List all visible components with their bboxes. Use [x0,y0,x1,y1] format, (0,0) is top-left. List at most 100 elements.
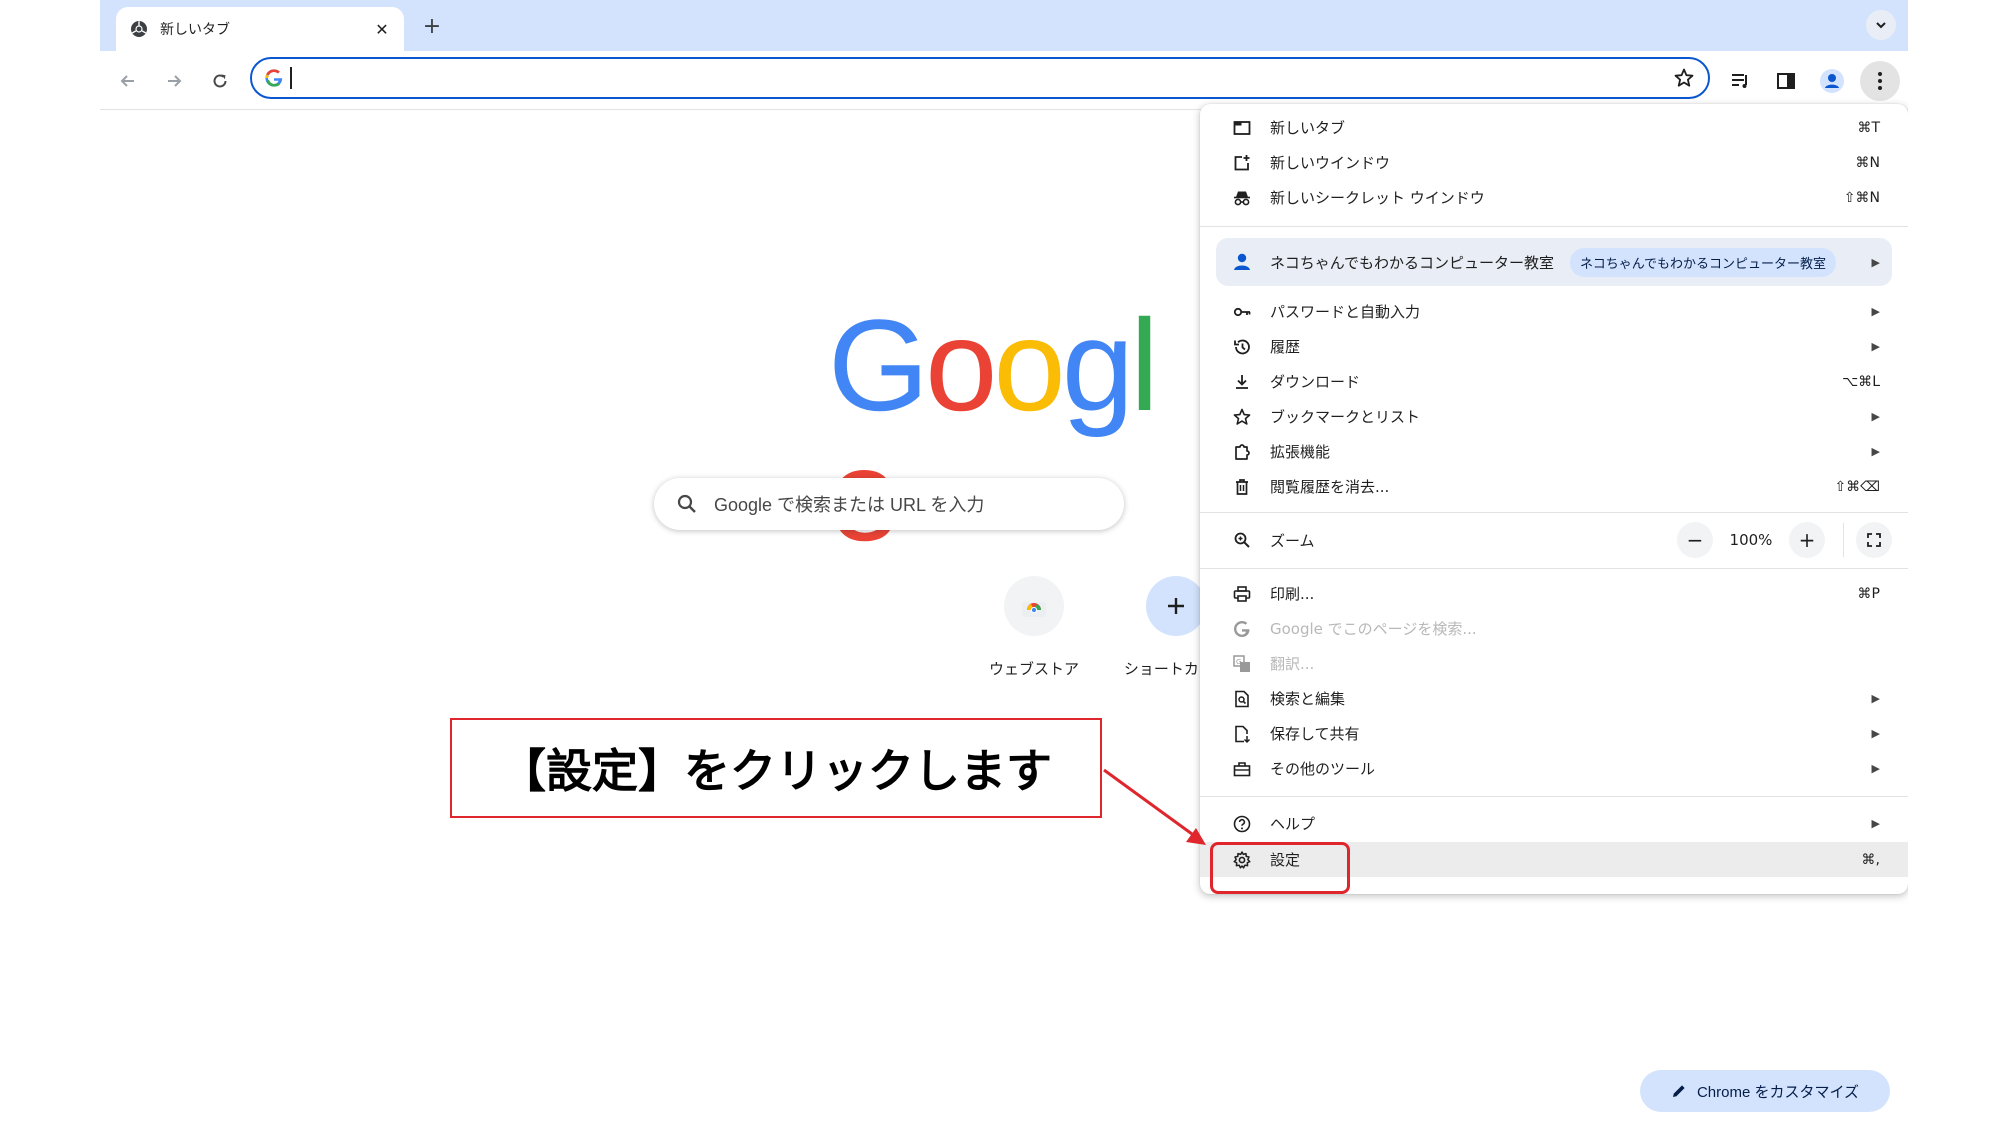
zoom-in-button[interactable]: + [1789,522,1825,558]
chevron-right-icon: ▶ [1871,727,1880,740]
chevron-right-icon: ▶ [1871,305,1880,318]
menu-item-label: 翻訳... [1270,655,1315,673]
menu-divider [1200,226,1908,227]
new-tab-button[interactable]: + [416,10,448,42]
menu-shortcut: ⌘T [1857,119,1880,136]
menu-item-more-tools[interactable]: その他のツール ▶ [1200,751,1908,786]
forward-button[interactable] [158,65,190,97]
omnibox[interactable] [250,57,1710,99]
menu-item-label: パスワードと自動入力 [1270,303,1421,321]
instruction-callout: 【設定】をクリックします [450,718,1102,818]
menu-item-downloads[interactable]: ダウンロード ⌥⌘L [1200,364,1908,399]
menu-shortcut: ⌘, [1861,851,1880,868]
logo-letter: l [1130,292,1159,438]
back-button[interactable] [112,65,144,97]
incognito-icon [1230,186,1254,210]
menu-item-label: 履歴 [1270,338,1301,356]
google-g-icon [1230,617,1254,641]
zoom-icon [1230,528,1254,552]
zoom-divider [1843,523,1844,557]
menu-item-clear-data[interactable]: 閲覧履歴を消去... ⇧⌘⌫ [1200,469,1908,504]
address-input[interactable] [302,68,1670,88]
profile-chip: ネコちゃんでもわかるコンピューター教室 [1569,247,1837,277]
chevron-right-icon: ▶ [1871,340,1880,353]
google-search-box[interactable]: Google で検索または URL を入力 [654,478,1124,530]
tab-new-tab[interactable]: 新しいタブ ✕ [116,7,404,51]
reload-button[interactable] [204,65,236,97]
fullscreen-icon [1867,533,1881,547]
settings-highlight-box [1210,842,1350,894]
download-icon [1230,370,1254,394]
menu-item-history[interactable]: 履歴 ▶ [1200,329,1908,364]
webstore-tile[interactable] [1004,576,1064,636]
text-caret [290,67,292,89]
menu-shortcut: ⌘N [1855,154,1880,171]
trash-icon [1230,475,1254,499]
search-icon [676,493,698,515]
menu-item-extensions[interactable]: 拡張機能 ▶ [1200,434,1908,469]
search-placeholder: Google で検索または URL を入力 [714,495,985,515]
menu-item-label: 閲覧履歴を消去... [1270,478,1390,496]
find-icon [1230,687,1254,711]
reading-list-icon [1732,74,1747,88]
printer-icon [1230,582,1254,606]
menu-item-help[interactable]: ヘルプ ▶ [1200,806,1908,841]
menu-item-passwords[interactable]: パスワードと自動入力 ▶ [1200,294,1908,329]
fullscreen-button[interactable] [1856,522,1892,558]
menu-item-label: 新しいタブ [1270,119,1346,137]
key-icon [1230,300,1254,324]
reading-list-button[interactable] [1724,65,1756,97]
person-icon [1820,69,1844,93]
browser-window: 新しいタブ ✕ + Googl Google で検索または URL を入力 ウェ… [100,0,1908,1125]
zoom-out-button[interactable]: − [1677,522,1713,558]
menu-item-label: 新しいウインドウ [1270,154,1391,172]
menu-item-label: 設定 [1270,851,1301,869]
side-panel-icon [1777,73,1795,89]
instruction-text: 【設定】をクリックします [500,744,1052,798]
arrow-left-icon [120,75,134,87]
shortcut-webstore[interactable]: ウェブストア [964,576,1104,686]
chrome-menu: 新しいタブ ⌘T 新しいウインドウ ⌘N 新しいシークレット ウインドウ ⇧⌘N… [1200,104,1908,894]
chevron-right-icon: ▶ [1871,410,1880,423]
reload-icon [213,74,227,88]
menu-item-find-edit[interactable]: 検索と編集 ▶ [1200,681,1908,716]
menu-divider [1200,796,1908,797]
chevron-right-icon: ▶ [1871,817,1880,830]
menu-item-label: ブックマークとリスト [1270,408,1421,426]
customize-label: Chrome をカスタマイズ [1696,1083,1860,1101]
menu-item-save-share[interactable]: 保存して共有 ▶ [1200,716,1908,751]
zoom-value: 100% [1729,531,1773,549]
menu-item-label: 印刷... [1270,585,1315,603]
menu-shortcut: ⌘P [1857,585,1880,602]
customize-chrome-button[interactable]: Chrome をカスタマイズ [1640,1070,1890,1112]
translate-icon: G [1230,652,1254,676]
menu-item-new-incognito[interactable]: 新しいシークレット ウインドウ ⇧⌘N [1200,180,1908,215]
tab-strip: 新しいタブ ✕ + [100,0,1908,51]
help-icon [1230,812,1254,836]
toolbox-icon [1230,757,1254,781]
menu-item-print[interactable]: 印刷... ⌘P [1200,576,1908,611]
menu-item-bookmarks[interactable]: ブックマークとリスト ▶ [1200,399,1908,434]
menu-shortcut: ⌥⌘L [1842,373,1880,390]
menu-item-new-window[interactable]: 新しいウインドウ ⌘N [1200,145,1908,180]
menu-item-label: 新しいシークレット ウインドウ [1270,189,1485,207]
new-tab-icon [1230,116,1254,140]
menu-item-label: Google でこのページを検索... [1270,620,1477,638]
menu-item-new-tab[interactable]: 新しいタブ ⌘T [1200,110,1908,145]
logo-letter: g [1061,292,1134,438]
webstore-icon [1022,602,1046,617]
menu-item-label: 保存して共有 [1270,725,1360,743]
save-share-icon [1230,722,1254,746]
profile-button[interactable] [1816,65,1848,97]
side-panel-button[interactable] [1770,65,1802,97]
menu-item-profile[interactable]: ネコちゃんでもわかるコンピューター教室 ネコちゃんでもわかるコンピューター教室 … [1216,238,1892,286]
menu-divider [1200,512,1908,513]
chrome-menu-button[interactable] [1860,61,1900,101]
menu-item-label: ダウンロード [1270,373,1361,391]
profile-name: ネコちゃんでもわかるコンピューター教室 [1270,253,1554,272]
add-shortcut-tile[interactable] [1146,576,1206,636]
menu-item-translate: G 翻訳... [1200,646,1908,681]
star-icon[interactable] [1670,64,1698,92]
tab-search-button[interactable] [1866,10,1896,40]
close-icon[interactable]: ✕ [370,17,394,41]
